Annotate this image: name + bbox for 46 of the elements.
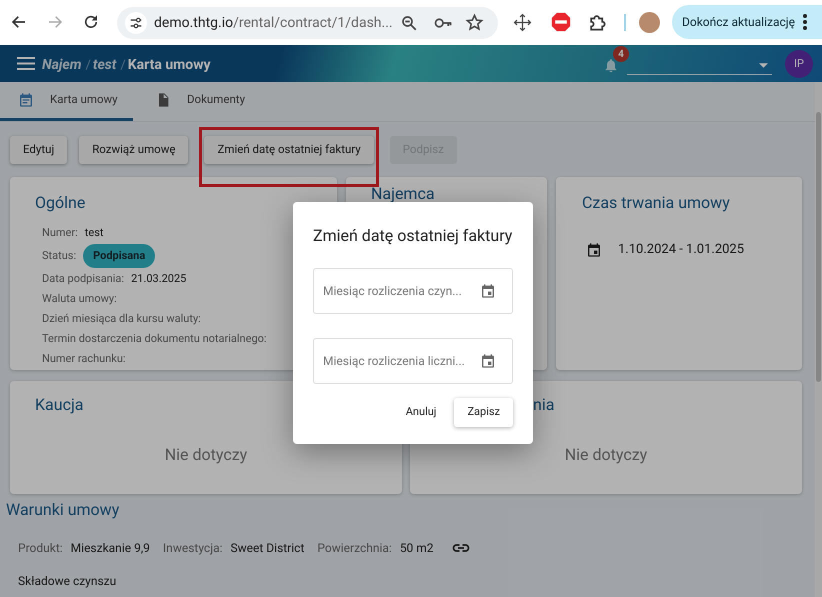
tab[interactable]: Dokumenty [133, 82, 256, 121]
field-value: Sweet District [230, 540, 304, 556]
tab[interactable]: Karta umowy [0, 82, 133, 121]
action-button[interactable]: Edytuj [10, 136, 68, 164]
save-button[interactable]: Zapisz [454, 398, 513, 427]
field-value: 50 m2 [400, 540, 434, 556]
section-subtitle: Składowe czynszu [17, 574, 118, 588]
field-value: Mieszkanie 9,9 [70, 540, 150, 556]
status-badge: Podpisana [83, 244, 156, 268]
breadcrumb-separator: / [85, 57, 91, 75]
user-avatar[interactable]: IP [785, 50, 813, 78]
card-title: Kaucja [35, 394, 84, 416]
card-title: nia [533, 394, 556, 416]
section-title: Warunki umowy [5, 500, 120, 520]
breadcrumb-separator: / [120, 57, 126, 75]
empty-state-text: Nie dotyczy [164, 444, 248, 466]
field-label: Status: [42, 249, 76, 263]
field-value: test [84, 226, 104, 240]
date-field[interactable]: Miesiąc rozliczenia czyn... [313, 268, 513, 314]
breadcrumb-link[interactable]: Najem [42, 55, 82, 76]
url-text[interactable]: demo.thtg.io/rental/contract/1/dash... [154, 12, 393, 34]
address-bar[interactable]: demo.thtg.io/rental/contract/1/dash... [117, 7, 498, 39]
date-field[interactable]: Miesiąc rozliczenia liczni... [313, 338, 513, 384]
field-label: Data podpisania: [42, 272, 124, 286]
card-title: Najemca [371, 183, 436, 205]
card-title: Czas trwania umowy [582, 192, 731, 214]
field-label: Dzień miesiąca dla kursu waluty: [42, 312, 201, 326]
field-label: Numer rachunku: [42, 352, 126, 366]
notification-badge: 4 [613, 46, 629, 62]
dialog-title: Zmień datę ostatniej faktury [313, 225, 513, 247]
field-label: Powierzchnia: [317, 540, 392, 556]
date-range: 1.10.2024 - 1.01.2025 [618, 241, 744, 259]
field-label: Waluta umowy: [42, 292, 117, 306]
breadcrumb-current: Karta umowy [128, 56, 211, 75]
field-label: Produkt: [18, 540, 63, 556]
field-value: 21.03.2025 [131, 272, 186, 286]
empty-state-text: Nie dotyczy [564, 444, 648, 466]
update-button[interactable]: Dokończ aktualizację [672, 5, 822, 39]
card-title: Ogólne [35, 192, 86, 214]
action-button[interactable]: Zmień datę ostatniej faktury [204, 136, 374, 164]
action-button[interactable]: Rozwiąż umowę [79, 136, 188, 164]
field-label: Inwestycja: [162, 540, 222, 556]
breadcrumb-link[interactable]: test [92, 55, 116, 76]
cancel-button[interactable]: Anuluj [406, 404, 436, 421]
field-label: Termin dostarczenia dokumentu notarialnego: [42, 332, 267, 346]
field-label: Numer: [42, 226, 78, 240]
